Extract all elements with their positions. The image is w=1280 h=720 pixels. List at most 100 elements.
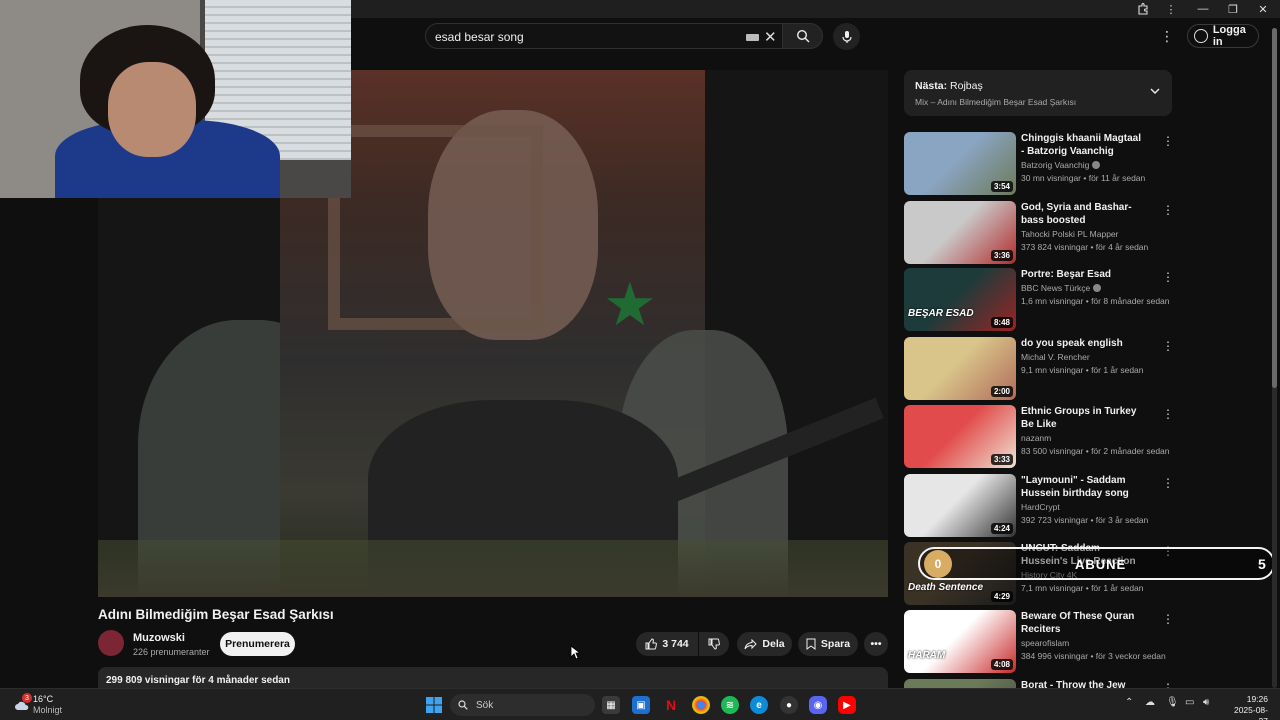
recommendation-meta: 7,1 mn visningar • för 1 år sedan [1021,583,1144,593]
minimize-icon[interactable]: — [1188,0,1218,18]
chrome-icon[interactable] [692,696,710,714]
recommendation-menu-icon[interactable]: ⋮ [1162,612,1174,626]
voice-search-button[interactable] [833,23,860,50]
recommendation-item[interactable]: 3:54 Chinggis khaanii Magtaal - Batzorig … [904,132,1174,196]
volume-icon[interactable]: 🔊︎ [1203,697,1209,708]
netflix-icon[interactable]: N [662,696,680,714]
recommendation-title[interactable]: Ethnic Groups in Turkey Be Like [1021,405,1146,431]
recommendation-thumbnail[interactable]: HARAM 4:08 [904,610,1016,673]
clear-search-icon[interactable]: ✕ [764,28,777,46]
recommendation-channel[interactable]: Michal V. Rencher [1021,352,1090,362]
recommendation-item[interactable]: 3:36 God, Syria and Bashar-bass boosted Ta… [904,201,1174,265]
keyboard-icon[interactable] [746,34,759,41]
edge-icon[interactable]: e [750,696,768,714]
chevron-down-icon[interactable] [1148,84,1162,98]
recommendation-meta: 373 824 visningar • för 4 år sedan [1021,242,1149,252]
recommendation-thumbnail[interactable]: 3:36 [904,201,1016,264]
recommendation-channel-name: nazanm [1021,433,1052,443]
recommendation-thumbnail[interactable]: 3:33 [904,405,1016,468]
scrollbar-thumb[interactable] [1272,28,1277,388]
recommendation-title[interactable]: Portre: Beşar Esad [1021,268,1146,281]
discord-icon[interactable]: ◉ [809,696,827,714]
system-clock[interactable]: 19:26 2025-08-27 [1226,694,1268,720]
mix-next-prefix: Nästa: [915,80,948,92]
recommendation-title[interactable]: "Laymouni" - Saddam Hussein birthday son… [1021,474,1146,500]
recommendation-item[interactable]: BEŞAR ESAD 8:48 Portre: Beşar Esad BBC News… [904,268,1174,332]
recommendation-thumbnail[interactable]: 2:00 [904,337,1016,400]
video-duration: 3:33 [990,454,1013,465]
recommendation-channel[interactable]: Tahocki Polski PL Mapper [1021,229,1118,239]
microphone-tray-icon[interactable]: 🎙︎ [1166,697,1179,708]
recommendation-menu-icon[interactable]: ⋮ [1162,134,1174,148]
goal-label: ABUNE [1075,557,1127,572]
share-button[interactable]: Dela [737,632,792,656]
recommendation-item[interactable]: HARAM 4:08 Beware Of These Quran Reciters s… [904,610,1174,674]
close-window-icon[interactable]: ✕ [1248,0,1278,18]
cloud-tray-icon[interactable]: ☁ [1145,697,1155,708]
video-duration: 4:24 [990,523,1013,534]
task-view-icon[interactable]: ▦ [602,696,620,714]
recommendation-title[interactable]: do you speak english [1021,337,1146,350]
recommendation-channel[interactable]: HardCrypt [1021,502,1060,512]
recommendation-menu-icon[interactable]: ⋮ [1162,203,1174,217]
windows-icon [426,697,442,713]
search-icon [458,700,468,710]
recommendation-title[interactable]: Chinggis khaanii Magtaal - Batzorig Vaan… [1021,132,1146,158]
taskbar-search[interactable]: Sök [450,694,595,716]
more-actions-button[interactable]: ••• [864,632,888,656]
recommendation-title[interactable]: Beware Of These Quran Reciters [1021,610,1146,636]
mix-playlist-header[interactable]: Nästa: Rojbaş Mix – Adını Bilmediğim Beş… [904,70,1172,116]
network-icon[interactable]: ▭ [1185,697,1194,708]
page-scrollbar[interactable] [1272,28,1277,688]
recommendation-channel-name: Tahocki Polski PL Mapper [1021,229,1119,239]
signin-button[interactable]: Logga in [1187,24,1259,48]
extensions-icon[interactable] [1128,0,1158,18]
store-icon[interactable]: ▣ [632,696,650,714]
tray-overflow-icon[interactable]: ⌃ [1125,697,1133,708]
recommendation-menu-icon[interactable]: ⋮ [1162,339,1174,353]
recommendation-menu-icon[interactable]: ⋮ [1162,407,1174,421]
recommendation-channel[interactable]: nazanm [1021,433,1051,443]
recommendation-title[interactable]: God, Syria and Bashar-bass boosted [1021,201,1146,227]
bookmark-icon [806,638,816,650]
like-button[interactable]: 3 744 [636,632,698,656]
recommendation-item[interactable]: 4:24 "Laymouni" - Saddam Hussein birthday… [904,474,1174,538]
browser-menu-icon[interactable]: ⋮ [1156,0,1186,18]
recommendation-thumbnail[interactable]: 3:54 [904,132,1016,195]
recommendation-meta: 384 996 visningar • för 3 veckor sedan [1021,651,1166,661]
search-button[interactable] [782,23,823,49]
video-duration: 3:54 [990,181,1013,192]
youtube-icon[interactable]: ▶ [838,696,856,714]
save-label: Spara [820,638,851,650]
video-title: Adını Bilmediğim Beşar Esad Şarkısı [98,607,334,622]
recommendation-channel-name: BBC News Türkçe [1021,283,1091,293]
recommendation-channel[interactable]: Batzorig Vaanchig [1021,160,1101,170]
recommendation-channel[interactable]: BBC News Türkçe [1021,283,1102,293]
video-duration: 4:08 [990,659,1013,670]
notification-badge: 3 [22,693,32,703]
restore-icon[interactable]: ❐ [1218,0,1248,18]
recommendation-item[interactable]: 3:33 Ethnic Groups in Turkey Be Like nazan… [904,405,1174,469]
dislike-button[interactable] [699,632,729,656]
save-button[interactable]: Spara [798,632,858,656]
settings-menu-icon[interactable]: ⋮ [1160,28,1174,45]
spotify-icon[interactable]: ≋ [721,696,739,714]
thumbs-up-icon [645,638,658,650]
signin-label: Logga in [1212,24,1246,48]
recommendation-item[interactable]: 2:00 do you speak english Michal V. Renche… [904,337,1174,401]
subscribe-button[interactable]: Prenumerera [220,632,295,656]
search-box[interactable]: esad besar song ✕ [425,23,783,49]
video-duration: 8:48 [990,317,1013,328]
search-input[interactable]: esad besar song [435,30,524,44]
channel-name[interactable]: Muzowski [133,632,185,644]
share-icon [744,638,758,649]
recommendation-thumbnail[interactable]: BEŞAR ESAD 8:48 [904,268,1016,331]
steam-icon[interactable]: ● [780,696,798,714]
recommendation-channel[interactable]: spearofislam [1021,638,1069,648]
recommendation-menu-icon[interactable]: ⋮ [1162,270,1174,284]
recommendation-thumbnail[interactable]: 4:24 [904,474,1016,537]
recommendation-menu-icon[interactable]: ⋮ [1162,476,1174,490]
video-duration: 2:00 [990,386,1013,397]
channel-avatar[interactable] [98,630,124,656]
start-button[interactable] [425,696,443,714]
